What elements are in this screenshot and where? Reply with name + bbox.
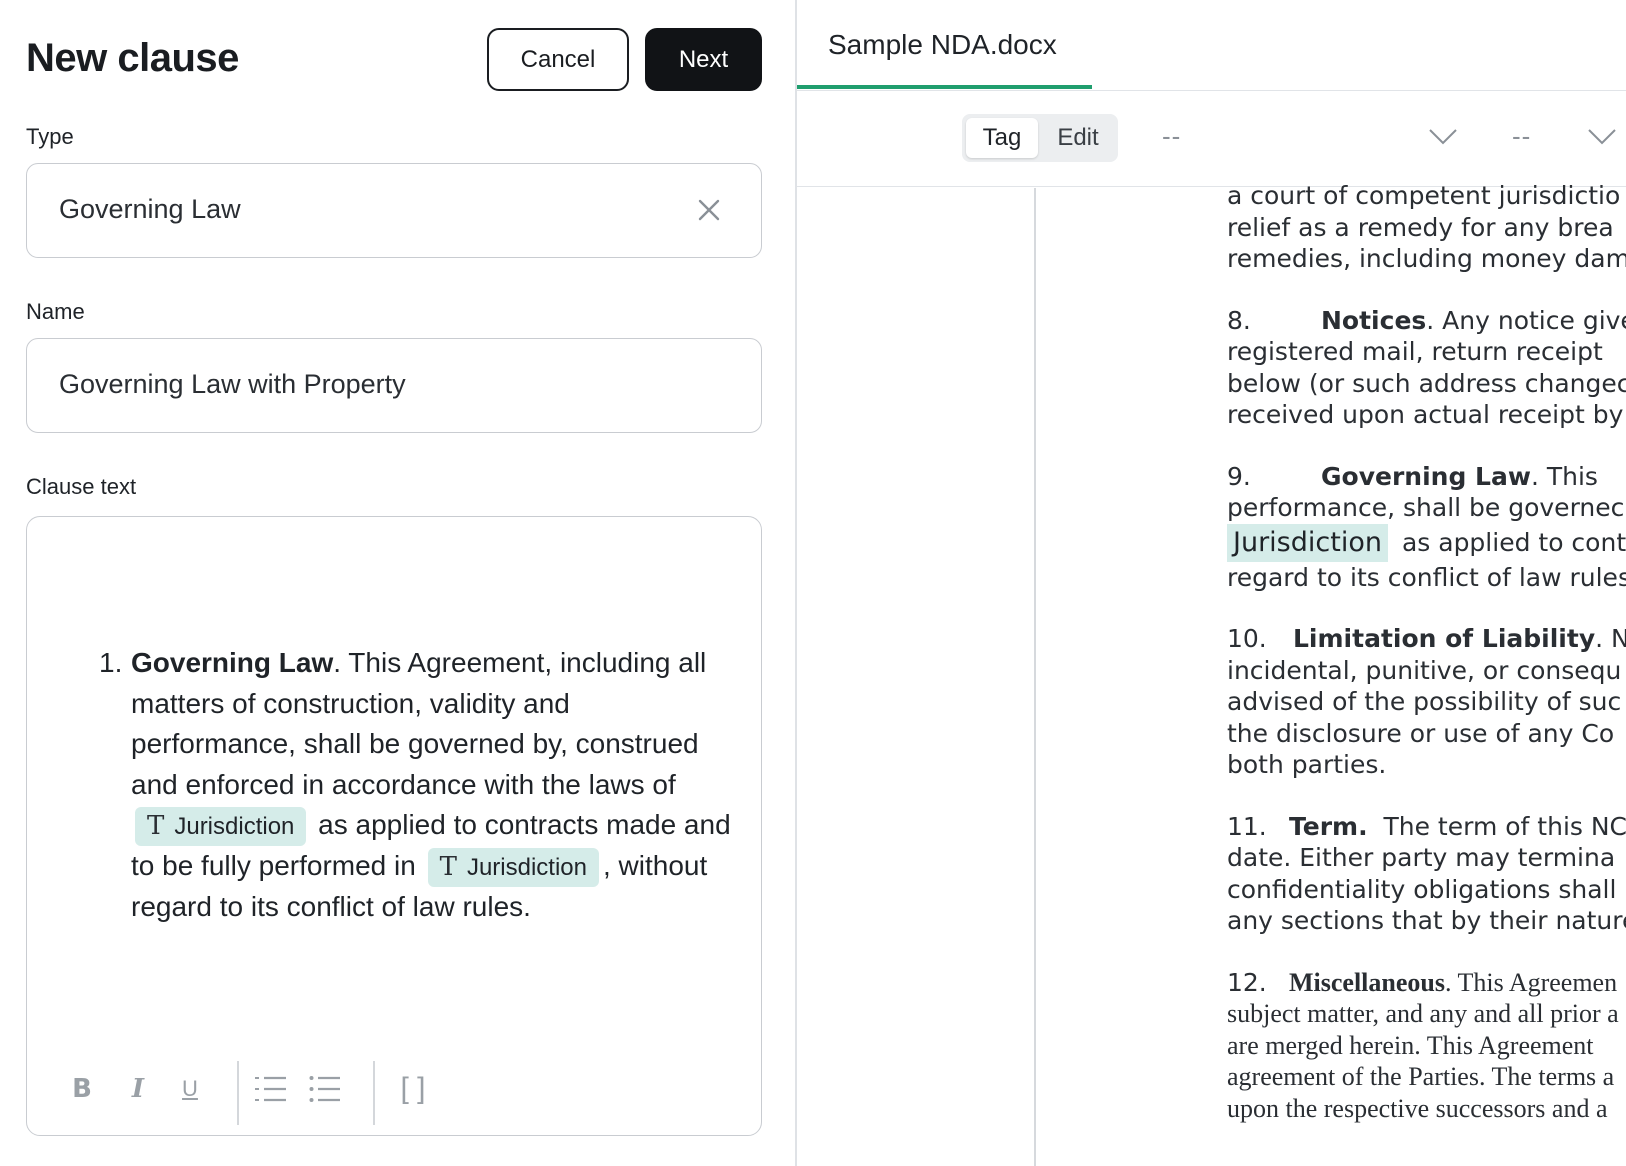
doc-line: advised of the possibility of suc xyxy=(1227,687,1622,716)
paragraph-heading: Term. xyxy=(1289,811,1368,841)
type-select[interactable]: Governing Law xyxy=(26,163,762,258)
type-value: Governing Law xyxy=(59,194,241,224)
jurisdiction-highlight[interactable]: Jurisdiction xyxy=(1227,523,1388,562)
doc-line: . N xyxy=(1595,624,1626,653)
jurisdiction-tag-label: Jurisdiction xyxy=(174,813,295,840)
bullet-list-icon xyxy=(309,1076,340,1102)
mode-toggle: Tag Edit xyxy=(962,114,1118,162)
chevron-down-icon[interactable] xyxy=(1587,127,1617,147)
doc-paragraph-10: 10. Limitation of Liability. N incidental… xyxy=(1227,623,1626,781)
doc-line: . Any notice give xyxy=(1426,305,1626,335)
doc-line: date. Either party may termina xyxy=(1227,843,1616,872)
doc-line: as applied to cont xyxy=(1401,527,1626,557)
type-label: Type xyxy=(26,124,74,149)
paragraph-number: 9. xyxy=(1227,461,1251,491)
paragraph-number: 10. xyxy=(1227,624,1267,653)
paragraph-heading: Limitation of Liability xyxy=(1293,624,1596,653)
edit-mode-button[interactable]: Edit xyxy=(1042,118,1114,158)
doc-paragraph-11: 11. Term. The term of this NC date. Eithe… xyxy=(1227,811,1626,937)
doc-line: both parties. xyxy=(1227,750,1387,779)
paragraph-heading: Miscellaneous xyxy=(1289,967,1445,997)
doc-line: The term of this NC xyxy=(1383,811,1626,841)
style-select-value[interactable]: -- xyxy=(1162,121,1181,152)
page-edge xyxy=(1034,188,1036,1166)
doc-line: a court of competent jurisdictio xyxy=(1227,181,1621,210)
clause-text-editor[interactable]: 1. Governing Law. This Agreement, includ… xyxy=(26,516,762,1136)
brackets-button[interactable]: [ ] xyxy=(389,1069,437,1109)
clause-text-label: Clause text xyxy=(26,474,137,499)
tag-mode-button[interactable]: Tag xyxy=(966,118,1038,158)
clause-heading: Governing Law xyxy=(131,647,334,678)
jurisdiction-tag-label: Jurisdiction xyxy=(466,854,587,881)
paragraph-heading: Notices xyxy=(1321,305,1427,335)
document-viewer: Sample NDA.docx Tag Edit -- -- a court o… xyxy=(797,0,1626,1166)
name-value: Governing Law with Property xyxy=(59,369,406,399)
page-title: New clause xyxy=(26,36,239,80)
doc-paragraph-9: 9. Governing Law. This performance, shall… xyxy=(1227,461,1626,594)
doc-line: remedies, including money dama xyxy=(1227,244,1626,273)
cancel-button[interactable]: Cancel xyxy=(487,28,629,91)
clear-icon[interactable] xyxy=(695,196,723,224)
doc-line: relief as a remedy for any brea xyxy=(1227,212,1614,242)
document-toolbar: Tag Edit -- -- xyxy=(797,91,1626,187)
jurisdiction-tag-1[interactable]: T Jurisdiction xyxy=(135,807,307,846)
doc-line: confidentiality obligations shall xyxy=(1227,874,1617,904)
paragraph-heading: Governing Law xyxy=(1321,461,1531,491)
document-tabbar: Sample NDA.docx xyxy=(797,0,1626,91)
doc-line: registered mail, return receipt xyxy=(1227,337,1603,366)
paragraph-number: 8. xyxy=(1227,305,1251,335)
name-input[interactable]: Governing Law with Property xyxy=(26,338,762,433)
chevron-down-icon[interactable] xyxy=(1428,127,1458,147)
doc-line: performance, shall be governec xyxy=(1227,493,1625,522)
size-select-value[interactable]: -- xyxy=(1512,121,1531,152)
doc-paragraph-7: a court of competent jurisdictio relief … xyxy=(1227,180,1626,275)
italic-button[interactable]: I xyxy=(123,1069,153,1109)
name-label: Name xyxy=(26,299,85,324)
doc-line: . This Agreemen xyxy=(1445,967,1618,997)
clause-number: 1. xyxy=(99,647,123,678)
tab-sample-nda[interactable]: Sample NDA.docx xyxy=(828,29,1057,61)
toolbar-divider xyxy=(373,1061,375,1125)
toolbar-divider xyxy=(237,1061,239,1125)
next-button[interactable]: Next xyxy=(645,28,762,91)
brackets-icon: [ ] xyxy=(400,1072,426,1105)
underline-button[interactable]: U xyxy=(175,1069,205,1109)
doc-line: upon the respective successors and a xyxy=(1227,1093,1608,1123)
doc-line: subject matter, and any and all prior a xyxy=(1227,999,1619,1028)
bullet-list-button[interactable] xyxy=(307,1069,343,1109)
doc-line: any sections that by their nature xyxy=(1227,906,1626,935)
numbered-list-button[interactable] xyxy=(253,1069,289,1109)
doc-paragraph-12: 12. Miscellaneous. This Agreemen subject … xyxy=(1227,967,1626,1125)
jurisdiction-tag-2[interactable]: T Jurisdiction xyxy=(427,848,599,887)
clause-body: Governing Law. This Agreement, including… xyxy=(131,643,741,928)
new-clause-panel: New clause Cancel Next Type Governing La… xyxy=(0,0,795,1166)
bold-icon: B xyxy=(72,1074,92,1104)
bold-button[interactable]: B xyxy=(67,1069,97,1109)
paragraph-number: 11. xyxy=(1227,811,1267,841)
text-variable-icon: T xyxy=(147,811,165,841)
document-page-area: a court of competent jurisdictio relief … xyxy=(797,181,1626,1166)
underline-icon: U xyxy=(182,1076,198,1101)
text-variable-icon: T xyxy=(439,852,457,882)
document-text: a court of competent jurisdictio relief … xyxy=(1227,180,1626,1154)
doc-line: agreement of the Parties. The terms a xyxy=(1227,1062,1615,1091)
doc-paragraph-8: 8. Notices. Any notice give registered ma… xyxy=(1227,305,1626,431)
doc-line: are merged herein. This Agreement xyxy=(1227,1030,1594,1060)
doc-line: . This xyxy=(1530,461,1598,491)
numbered-list-icon xyxy=(255,1076,286,1102)
active-tab-indicator xyxy=(797,85,1092,89)
doc-line: received upon actual receipt by xyxy=(1227,400,1624,429)
italic-icon: I xyxy=(131,1074,145,1104)
doc-line: below (or such address changec xyxy=(1227,368,1626,398)
doc-line: incidental, punitive, or consequ xyxy=(1227,655,1622,685)
doc-line: the disclosure or use of any Co xyxy=(1227,718,1615,748)
paragraph-number: 12. xyxy=(1227,967,1267,997)
doc-line: regard to its conflict of law rules xyxy=(1227,562,1626,592)
formatting-toolbar: B I U [ ] xyxy=(27,1045,761,1135)
